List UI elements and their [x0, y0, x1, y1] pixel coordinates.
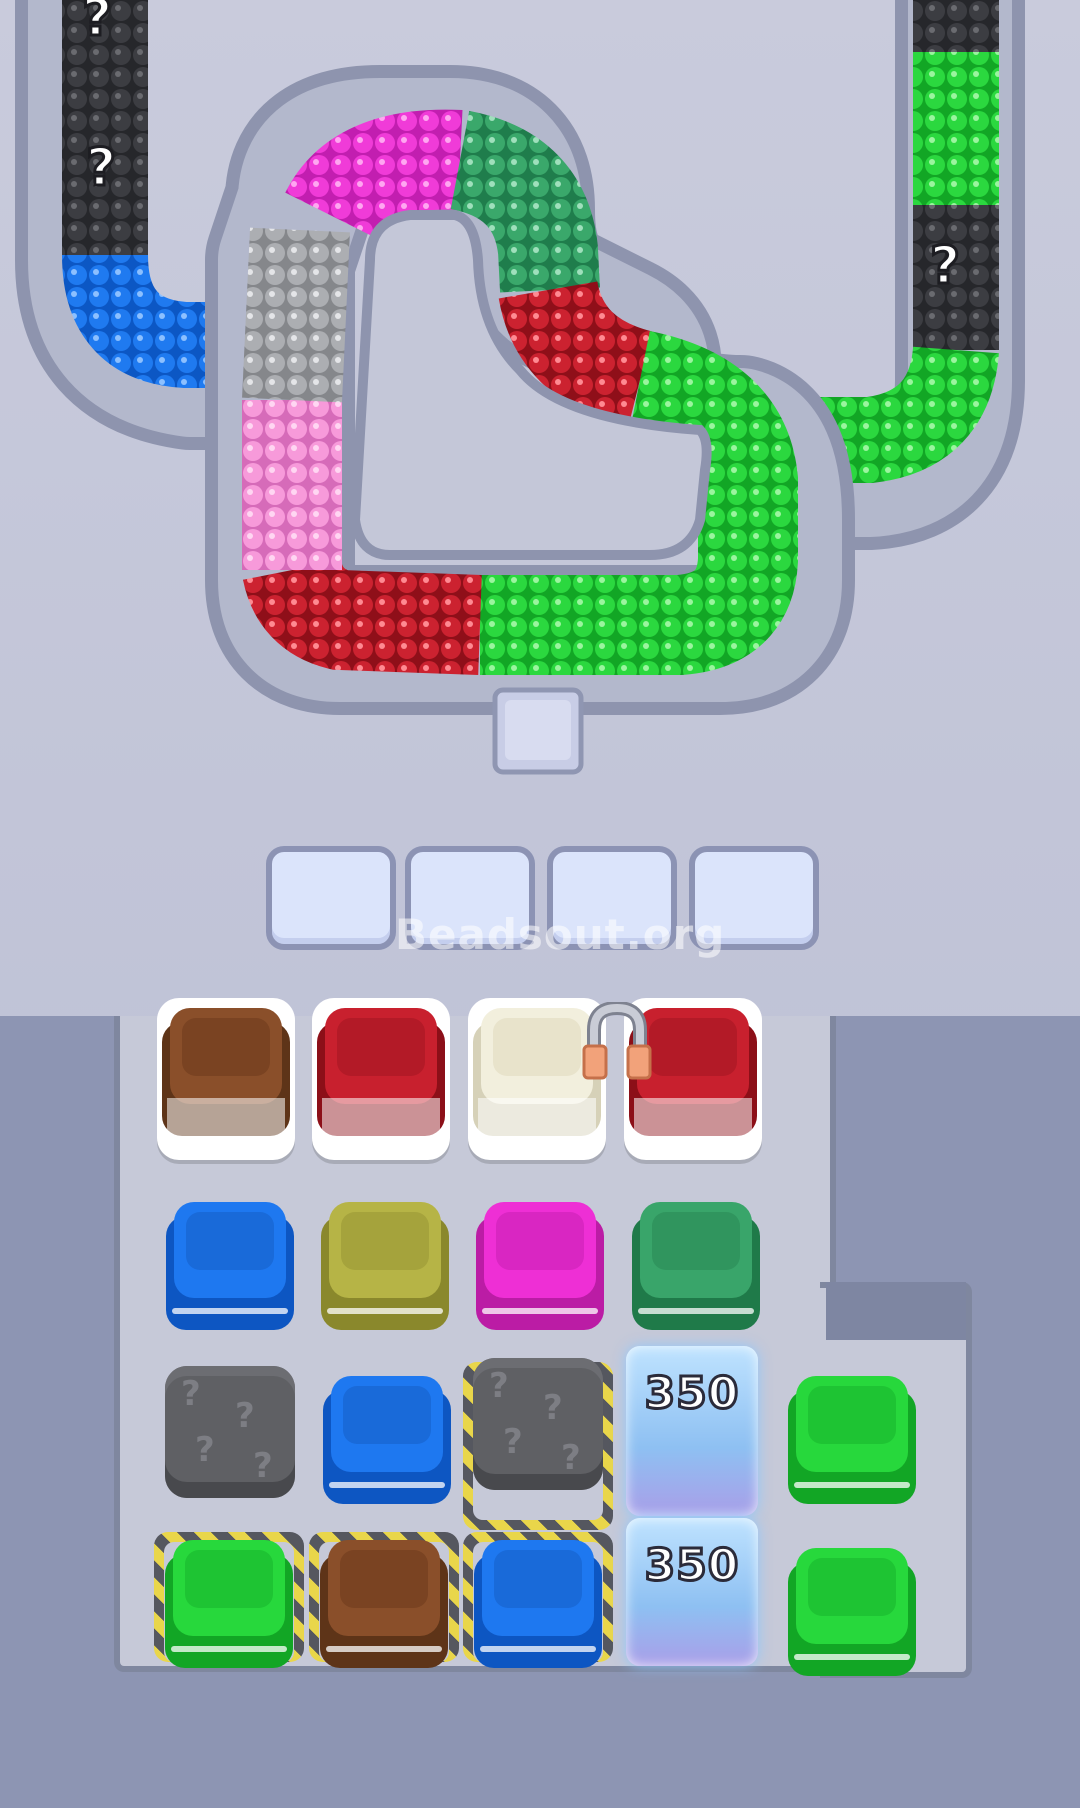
cup-green[interactable] — [788, 1548, 916, 1678]
mystery-stone-block[interactable]: ???? — [473, 1358, 603, 1490]
main-loop-track — [205, 65, 855, 715]
cup-teal[interactable] — [632, 1202, 760, 1332]
hidden-bead-marker: ? — [85, 137, 118, 200]
cup-blue[interactable] — [166, 1202, 294, 1332]
ice-block[interactable]: 350 — [626, 1518, 758, 1666]
ice-counter: 350 — [643, 1367, 740, 1421]
exit-chute — [492, 687, 584, 775]
tray-shelf — [826, 1282, 966, 1340]
cup-blue[interactable] — [323, 1376, 451, 1506]
cup-green[interactable] — [788, 1376, 916, 1506]
magnet-icon[interactable] — [582, 1002, 652, 1084]
cup-olive[interactable] — [321, 1202, 449, 1332]
cup-blue[interactable] — [474, 1540, 602, 1670]
mystery-stone-block[interactable]: ???? — [165, 1366, 295, 1498]
ice-block[interactable]: 350 — [626, 1346, 758, 1516]
svg-text:?: ? — [82, 0, 112, 48]
framed-cup-red[interactable] — [312, 998, 450, 1160]
watermark-text: Beadsout.org — [395, 910, 726, 959]
cup-magenta[interactable] — [476, 1202, 604, 1332]
svg-text:?: ? — [86, 138, 116, 198]
cup-brown[interactable] — [320, 1540, 448, 1670]
svg-text:?: ? — [930, 236, 960, 296]
hidden-bead-marker: ? — [929, 235, 962, 298]
holding-slot-1[interactable] — [266, 846, 396, 950]
cup-green[interactable] — [165, 1540, 293, 1670]
hidden-bead-marker: ? — [81, 0, 114, 50]
framed-cup-brown[interactable] — [157, 998, 295, 1160]
ice-counter: 350 — [643, 1539, 740, 1593]
